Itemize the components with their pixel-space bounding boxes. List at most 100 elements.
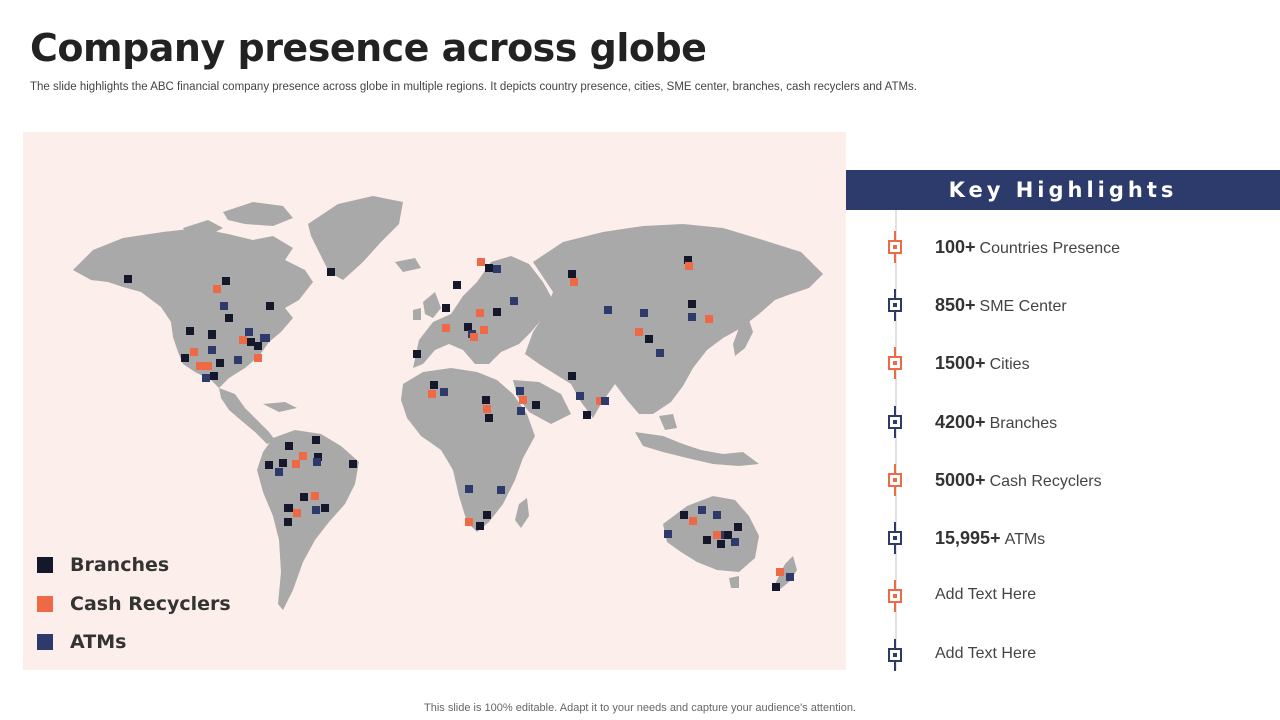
timeline-marker-icon (888, 298, 902, 312)
branch-marker (583, 411, 591, 419)
branch-marker (124, 275, 132, 283)
atm-marker (688, 313, 696, 321)
atm-marker (576, 392, 584, 400)
branch-marker (483, 511, 491, 519)
world-map-panel: Branches Cash Recyclers ATMs (23, 132, 846, 670)
timeline-marker-icon (888, 473, 902, 487)
atm-marker (786, 573, 794, 581)
cash-recycler-marker (635, 328, 643, 336)
branch-marker (493, 308, 501, 316)
branch-marker (645, 335, 653, 343)
atm-marker (497, 486, 505, 494)
branch-marker (430, 381, 438, 389)
branch-marker (284, 504, 292, 512)
footer-note: This slide is 100% editable. Adapt it to… (424, 702, 856, 714)
branch-marker (284, 518, 292, 526)
highlight-number: 5000+ (935, 470, 986, 490)
branch-marker (568, 372, 576, 380)
page-subtitle: The slide highlights the ABC financial c… (30, 81, 917, 93)
atm-marker (313, 458, 321, 466)
branches-swatch-icon (37, 557, 53, 574)
atm-marker (275, 468, 283, 476)
legend-item-branches: Branches (37, 546, 231, 585)
timeline-marker-icon (888, 648, 902, 662)
timeline-marker-icon (888, 531, 902, 545)
legend-label: ATMs (70, 631, 127, 654)
timeline-marker-icon (888, 589, 902, 603)
cash-recycler-marker (480, 326, 488, 334)
atm-marker (601, 397, 609, 405)
cash-recycler-marker (442, 324, 450, 332)
highlight-item: 15,995+ ATMs (880, 521, 1260, 555)
atm-marker (234, 356, 242, 364)
highlight-number: 1500+ (935, 353, 986, 373)
branch-marker (285, 442, 293, 450)
atm-marker (731, 538, 739, 546)
atm-marker (202, 374, 210, 382)
branch-marker (327, 268, 335, 276)
branch-marker (349, 460, 357, 468)
cash-recycler-marker (204, 362, 212, 370)
branch-marker (186, 327, 194, 335)
atm-marker (664, 530, 672, 538)
branch-marker (464, 323, 472, 331)
cash-recycler-marker (776, 568, 784, 576)
cash-recycler-marker (292, 460, 300, 468)
highlight-item: 5000+ Cash Recyclers (880, 463, 1260, 497)
branch-marker (485, 414, 493, 422)
page-title: Company presence across globe (30, 26, 707, 70)
timeline-marker-icon (888, 415, 902, 429)
cash-recycler-marker (483, 405, 491, 413)
branch-marker (680, 511, 688, 519)
highlight-number: 4200+ (935, 412, 986, 432)
branch-marker (688, 300, 696, 308)
highlight-number: 100+ (935, 237, 976, 257)
atm-marker (516, 387, 524, 395)
timeline-marker-icon (888, 240, 902, 254)
branch-marker (717, 540, 725, 548)
highlight-text: Cities (989, 356, 1030, 373)
cash-recycler-marker (470, 333, 478, 341)
cash-recycler-marker (465, 518, 473, 526)
cash-recyclers-swatch-icon (37, 595, 53, 612)
cash-recycler-marker (293, 509, 301, 517)
branch-marker (222, 277, 230, 285)
highlight-item: 4200+ Branches (880, 405, 1260, 439)
atm-marker (220, 302, 228, 310)
cash-recycler-marker (519, 396, 527, 404)
atm-marker (493, 265, 501, 273)
atm-marker (510, 297, 518, 305)
cash-recycler-marker (190, 348, 198, 356)
atm-marker (312, 506, 320, 514)
legend-label: Cash Recyclers (70, 592, 231, 615)
branch-marker (312, 436, 320, 444)
highlight-text: Add Text Here (935, 586, 1037, 603)
highlight-item: 100+ Countries Presence (880, 230, 1260, 264)
branch-marker (442, 304, 450, 312)
highlight-number: 850+ (935, 295, 976, 315)
atm-marker (604, 306, 612, 314)
branch-marker (485, 264, 493, 272)
highlight-text: Cash Recyclers (989, 473, 1102, 490)
cash-recycler-marker (299, 452, 307, 460)
highlight-number: 15,995+ (935, 528, 1001, 548)
atm-marker (656, 349, 664, 357)
cash-recycler-marker (476, 309, 484, 317)
map-legend: Branches Cash Recyclers ATMs (37, 546, 231, 662)
branch-marker (266, 302, 274, 310)
highlight-text: Branches (989, 415, 1058, 432)
branch-marker (210, 372, 218, 380)
branch-marker (254, 342, 262, 350)
branch-marker (724, 531, 732, 539)
branch-marker (476, 522, 484, 530)
branch-marker (453, 281, 461, 289)
atm-marker (517, 407, 525, 415)
branch-marker (703, 536, 711, 544)
cash-recycler-marker (213, 285, 221, 293)
atm-marker (640, 309, 648, 317)
atm-marker (440, 388, 448, 396)
branch-marker (279, 459, 287, 467)
highlight-item: 850+ SME Center (880, 288, 1260, 322)
cash-recycler-marker (477, 258, 485, 266)
cash-recycler-marker (428, 390, 436, 398)
